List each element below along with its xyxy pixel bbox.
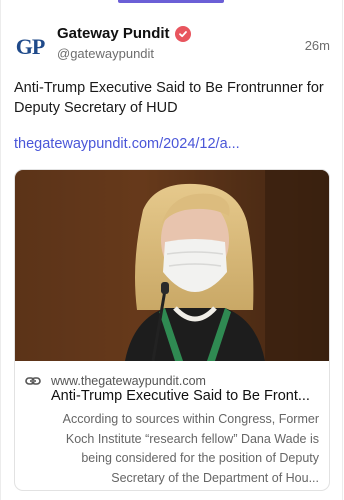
- card-description: According to sources within Congress, Fo…: [62, 412, 319, 485]
- display-name[interactable]: Gateway Pundit: [57, 25, 170, 42]
- post-header: GP Gateway Pundit @gatewaypundit 26m: [0, 22, 344, 70]
- tab-indicator: [118, 0, 224, 3]
- handle[interactable]: @gatewaypundit: [57, 46, 154, 61]
- link-preview-card[interactable]: www.thegatewaypundit.com Anti-Trump Exec…: [14, 169, 330, 491]
- link-icon: [25, 377, 41, 385]
- post-link[interactable]: thegatewaypundit.com/2024/12/a...: [14, 136, 334, 152]
- timestamp: 26m: [304, 38, 330, 53]
- card-image: [15, 170, 329, 361]
- verified-badge-icon: [174, 25, 191, 42]
- name-row: Gateway Pundit: [57, 25, 191, 42]
- avatar[interactable]: GP: [14, 31, 46, 63]
- card-domain: www.thegatewaypundit.com: [51, 374, 206, 388]
- card-title[interactable]: Anti-Trump Executive Said to Be Front...: [51, 388, 323, 404]
- post-text: Anti-Trump Executive Said to Be Frontrun…: [14, 80, 324, 116]
- card-domain-row: www.thegatewaypundit.com: [25, 373, 206, 389]
